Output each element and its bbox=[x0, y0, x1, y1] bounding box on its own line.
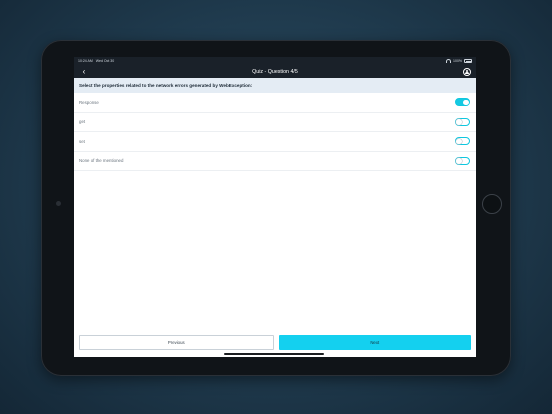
nav-bar: ‹ Quiz - Question 4/5 bbox=[74, 65, 476, 78]
status-date: Wed Oct 30 bbox=[95, 59, 115, 63]
status-time: 10:24 AM bbox=[78, 59, 93, 63]
toggle-get[interactable] bbox=[455, 117, 470, 126]
user-circle-icon[interactable] bbox=[463, 67, 471, 76]
footer-actions: Previous Next bbox=[79, 335, 471, 350]
page-title: Quiz - Question 4/5 bbox=[252, 68, 298, 75]
option-row-get[interactable]: get bbox=[74, 113, 476, 132]
toggle-knob bbox=[456, 119, 462, 125]
toggle-knob bbox=[456, 158, 462, 164]
options-list: Response get set None of the mentioned bbox=[74, 93, 476, 171]
option-row-none[interactable]: None of the mentioned bbox=[74, 152, 476, 171]
home-indicator[interactable] bbox=[224, 353, 324, 355]
option-label: get bbox=[79, 119, 86, 125]
wifi-icon bbox=[446, 59, 452, 63]
next-button[interactable]: Next bbox=[278, 335, 471, 350]
question-label: Select the properties related to the net… bbox=[79, 83, 253, 88]
toggle-set[interactable] bbox=[455, 137, 470, 146]
toggle-knob bbox=[463, 99, 469, 106]
camera-icon bbox=[56, 201, 61, 206]
battery-percent: 100% bbox=[453, 59, 462, 63]
status-bar: 10:24 AM Wed Oct 30 100% bbox=[74, 57, 476, 65]
question-text: Select the properties related to the net… bbox=[74, 78, 476, 93]
back-button[interactable]: ‹ bbox=[79, 66, 89, 77]
app-screen: 10:24 AM Wed Oct 30 100% ‹ Quiz - Questi… bbox=[74, 57, 476, 357]
option-label: Response bbox=[79, 99, 99, 105]
option-row-response[interactable]: Response bbox=[74, 93, 476, 113]
home-button[interactable] bbox=[482, 194, 502, 214]
chevron-left-icon: ‹ bbox=[82, 67, 86, 76]
toggle-response[interactable] bbox=[455, 98, 470, 107]
option-label: None of the mentioned bbox=[79, 158, 124, 164]
previous-button[interactable]: Previous bbox=[79, 335, 274, 350]
option-row-set[interactable]: set bbox=[74, 132, 476, 152]
toggle-none[interactable] bbox=[455, 156, 470, 165]
toggle-knob bbox=[456, 138, 462, 145]
option-label: set bbox=[79, 138, 85, 144]
battery-icon bbox=[464, 59, 472, 63]
